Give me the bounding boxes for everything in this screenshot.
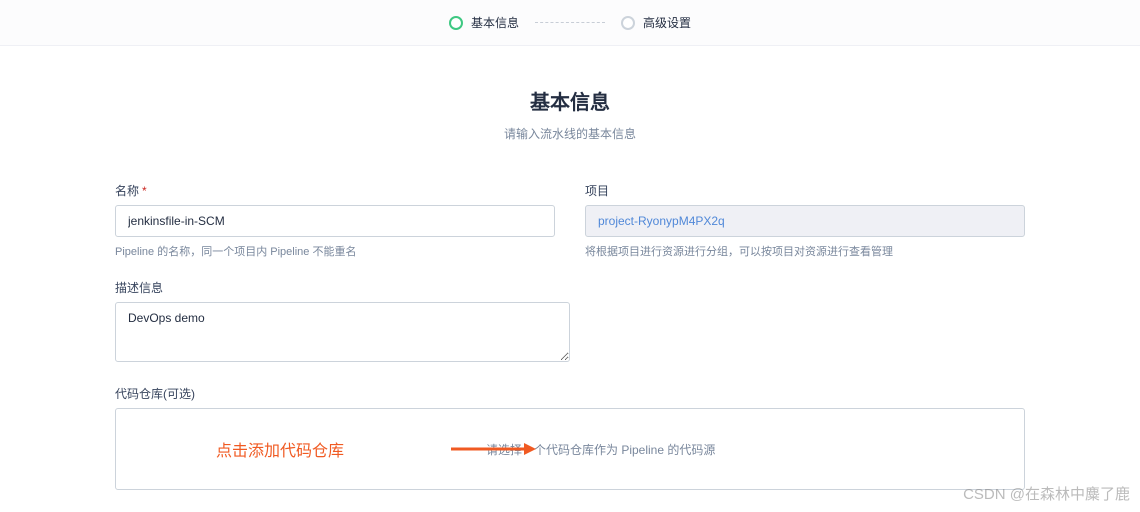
step-label: 基本信息 — [471, 14, 519, 31]
project-hint: 将根据项目进行资源进行分组，可以按项目对资源进行查看管理 — [585, 243, 1025, 259]
name-label-text: 名称 — [115, 184, 139, 198]
step-divider-icon — [535, 22, 605, 23]
description-textarea[interactable] — [115, 302, 570, 362]
name-label: 名称* — [115, 182, 555, 199]
step-basic-info[interactable]: 基本信息 — [449, 14, 519, 31]
form-row-1: 名称* Pipeline 的名称，同一个项目内 Pipeline 不能重名 项目… — [115, 182, 1025, 259]
description-field-group: 描述信息 — [115, 279, 1025, 365]
step-advanced-settings[interactable]: 高级设置 — [621, 14, 691, 31]
description-label: 描述信息 — [115, 279, 1025, 296]
arrow-icon — [446, 437, 536, 461]
form-content: 基本信息 请输入流水线的基本信息 名称* Pipeline 的名称，同一个项目内… — [95, 46, 1045, 510]
steps-header: 基本信息 高级设置 — [0, 0, 1140, 46]
form-row-2: 描述信息 — [115, 279, 1025, 365]
name-field-group: 名称* Pipeline 的名称，同一个项目内 Pipeline 不能重名 — [115, 182, 555, 259]
annotation-text: 点击添加代码仓库 — [216, 437, 344, 461]
required-icon: * — [142, 184, 147, 198]
name-input[interactable] — [115, 205, 555, 237]
repo-label: 代码仓库(可选) — [115, 385, 1025, 402]
step-circle-active-icon — [449, 16, 463, 30]
project-field-group: 项目 将根据项目进行资源进行分组，可以按项目对资源进行查看管理 — [585, 182, 1025, 259]
project-input — [585, 205, 1025, 237]
repo-field-group: 代码仓库(可选) 点击添加代码仓库 请选择一个代码仓库作为 Pipeline 的… — [115, 385, 1025, 490]
add-repo-button[interactable]: 点击添加代码仓库 请选择一个代码仓库作为 Pipeline 的代码源 — [115, 408, 1025, 490]
step-label: 高级设置 — [643, 14, 691, 31]
page-subtitle: 请输入流水线的基本信息 — [115, 125, 1025, 142]
step-circle-icon — [621, 16, 635, 30]
name-hint: Pipeline 的名称，同一个项目内 Pipeline 不能重名 — [115, 243, 555, 259]
project-label: 项目 — [585, 182, 1025, 199]
page-title: 基本信息 — [115, 86, 1025, 115]
